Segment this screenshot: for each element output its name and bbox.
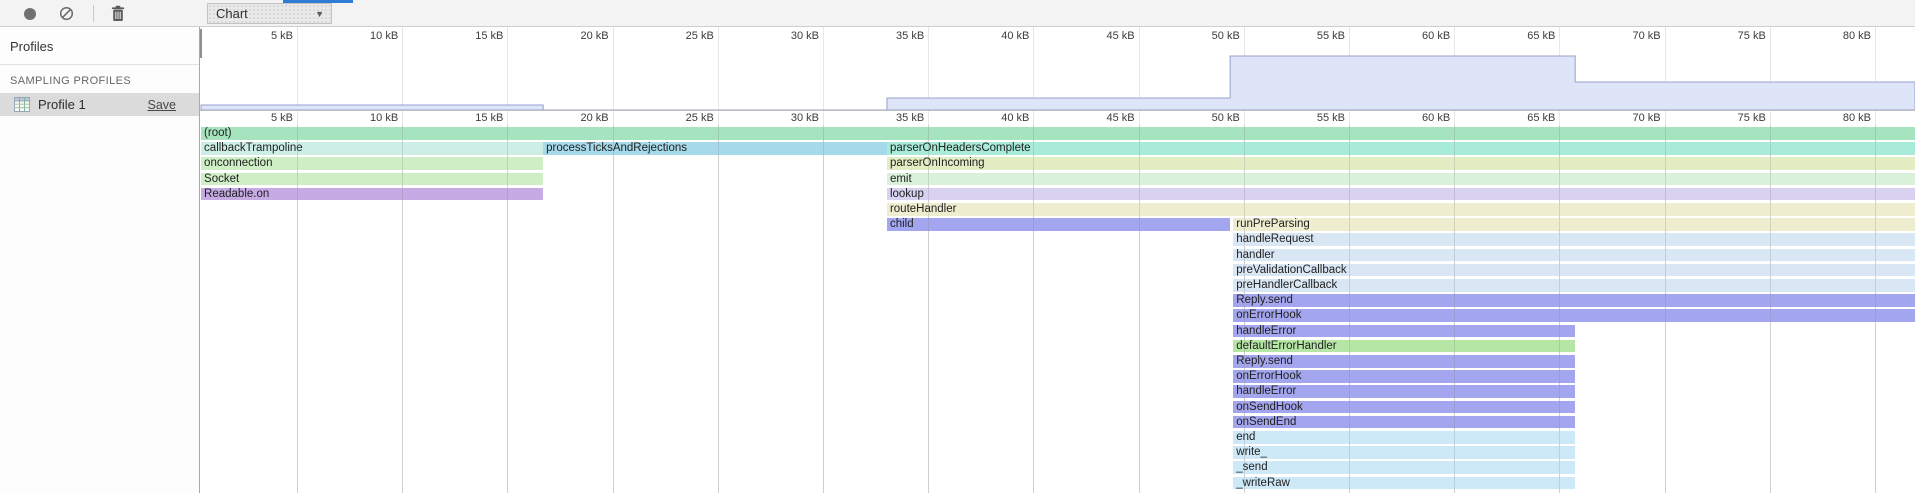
- tick-label: 35 kB: [868, 112, 924, 124]
- flame-block[interactable]: Readable.on: [201, 188, 543, 201]
- gridline: [613, 125, 614, 493]
- flame-block[interactable]: onconnection: [201, 157, 543, 170]
- gridline: [1770, 111, 1771, 126]
- flame-block[interactable]: onSendEnd: [1233, 416, 1575, 429]
- flame-block[interactable]: onErrorHook: [1233, 309, 1915, 322]
- gridline: [1033, 111, 1034, 126]
- flame-block[interactable]: Reply.send: [1233, 355, 1575, 368]
- flame-block[interactable]: parserOnIncoming: [887, 157, 1915, 170]
- flame-block[interactable]: onErrorHook: [1233, 370, 1575, 383]
- sidebar: Profiles SAMPLING PROFILES Profile 1 Sav…: [0, 27, 200, 493]
- tick-label: 75 kB: [1710, 112, 1766, 124]
- flame-block[interactable]: routeHandler: [887, 203, 1915, 216]
- kb-ruler: 5 kB 10 kB 15 kB 20 kB 25 kB 30 kB 35 kB 40 kB 4…: [200, 110, 1915, 125]
- flame-block[interactable]: runPreParsing: [1233, 218, 1915, 231]
- gridline: [297, 111, 298, 126]
- chart-view-select[interactable]: Chart ▼: [207, 3, 332, 24]
- chevron-down-icon: ▼: [315, 4, 324, 24]
- flame-block[interactable]: parserOnHeadersComplete: [887, 142, 1915, 155]
- gridline: [1559, 125, 1560, 493]
- toolbar-separator: [93, 5, 94, 22]
- chart-pane: 5 kB 10 kB 15 kB 20 kB 25 kB 30 kB 35 kB 40 kB 4…: [200, 27, 1915, 493]
- save-profile-link[interactable]: Save: [148, 98, 177, 112]
- gridline: [1454, 111, 1455, 126]
- profiles-header: Profiles: [0, 27, 199, 54]
- gridline: [1454, 125, 1455, 493]
- sidebar-item-profile-1[interactable]: Profile 1 Save: [0, 93, 199, 116]
- flame-block[interactable]: handleRequest: [1233, 233, 1915, 246]
- gridline: [718, 111, 719, 126]
- record-icon[interactable]: [24, 8, 36, 20]
- gridline: [1665, 111, 1666, 126]
- gridline: [507, 125, 508, 493]
- flame-chart[interactable]: (root) callbackTrampolineprocessTicksAndR…: [200, 125, 1915, 493]
- flame-block[interactable]: _writeRaw: [1233, 477, 1575, 490]
- profile-grid-icon: [14, 97, 30, 112]
- tick-label: 40 kB: [973, 112, 1029, 124]
- gridline: [1244, 111, 1245, 126]
- gridline: [402, 111, 403, 126]
- flame-block[interactable]: handler: [1233, 249, 1915, 262]
- flame-block[interactable]: lookup: [887, 188, 1915, 201]
- tick-label: 15 kB: [447, 112, 503, 124]
- tick-label: 55 kB: [1289, 112, 1345, 124]
- gridline: [402, 125, 403, 493]
- gridline: [1875, 125, 1876, 493]
- gridline: [1349, 111, 1350, 126]
- flame-block[interactable]: preValidationCallback: [1233, 264, 1915, 277]
- gridline: [613, 111, 614, 126]
- flame-block[interactable]: callbackTrampoline: [201, 142, 543, 155]
- overview-area-series: [201, 56, 1915, 110]
- tick-label: 20 kB: [553, 112, 609, 124]
- tick-label: 80 kB: [1815, 112, 1871, 124]
- flame-block[interactable]: _send: [1233, 461, 1575, 474]
- sampling-profiles-section-label: SAMPLING PROFILES: [0, 65, 199, 87]
- gridline: [1559, 111, 1560, 126]
- gridline: [297, 125, 298, 493]
- flame-block[interactable]: Socket: [201, 173, 543, 186]
- gridline: [823, 125, 824, 493]
- tick-label: 10 kB: [342, 112, 398, 124]
- gridline: [1139, 125, 1140, 493]
- tick-label: 5 kB: [237, 112, 293, 124]
- gridline: [1875, 111, 1876, 126]
- clear-icon[interactable]: [59, 6, 74, 21]
- gridline: [823, 111, 824, 126]
- tick-label: 70 kB: [1605, 112, 1661, 124]
- toolbar: Chart ▼: [0, 0, 1915, 27]
- gridline: [718, 125, 719, 493]
- gridline: [928, 125, 929, 493]
- tick-label: 50 kB: [1184, 112, 1240, 124]
- flame-block[interactable]: defaultErrorHandler: [1233, 340, 1575, 353]
- flame-block[interactable]: write_: [1233, 446, 1575, 459]
- gridline: [1139, 111, 1140, 126]
- gridline: [1665, 125, 1666, 493]
- flame-block[interactable]: handleError: [1233, 385, 1575, 398]
- tick-label: 65 kB: [1499, 112, 1555, 124]
- tick-label: 60 kB: [1394, 112, 1450, 124]
- gridline: [1033, 125, 1034, 493]
- flame-block[interactable]: end: [1233, 431, 1575, 444]
- profile-name: Profile 1: [38, 97, 148, 112]
- chart-view-select-value: Chart: [216, 6, 248, 21]
- flame-block[interactable]: handleError: [1233, 325, 1575, 338]
- profiler-app: Chart ▼ Profiles SAMPLING PROFILES Profi…: [0, 0, 1915, 493]
- flame-block[interactable]: preHandlerCallback: [1233, 279, 1915, 292]
- flame-block[interactable]: onSendHook: [1233, 401, 1575, 414]
- flame-block[interactable]: Reply.send: [1233, 294, 1915, 307]
- flame-block[interactable]: processTicksAndRejections: [543, 142, 887, 155]
- flame-block[interactable]: (root): [201, 127, 1915, 140]
- gridline: [1770, 125, 1771, 493]
- gridline: [507, 111, 508, 126]
- tick-label: 30 kB: [763, 112, 819, 124]
- tick-label: 25 kB: [658, 112, 714, 124]
- gridline: [1349, 125, 1350, 493]
- tick-label: 45 kB: [1079, 112, 1135, 124]
- gridline: [928, 111, 929, 126]
- flame-block[interactable]: child: [887, 218, 1230, 231]
- gridline: [1244, 125, 1245, 493]
- trash-icon[interactable]: [110, 5, 126, 22]
- memory-overview[interactable]: 5 kB10 kB15 kB20 kB25 kB30 kB35 kB40 kB4…: [200, 27, 1915, 110]
- flame-block[interactable]: emit: [887, 173, 1915, 186]
